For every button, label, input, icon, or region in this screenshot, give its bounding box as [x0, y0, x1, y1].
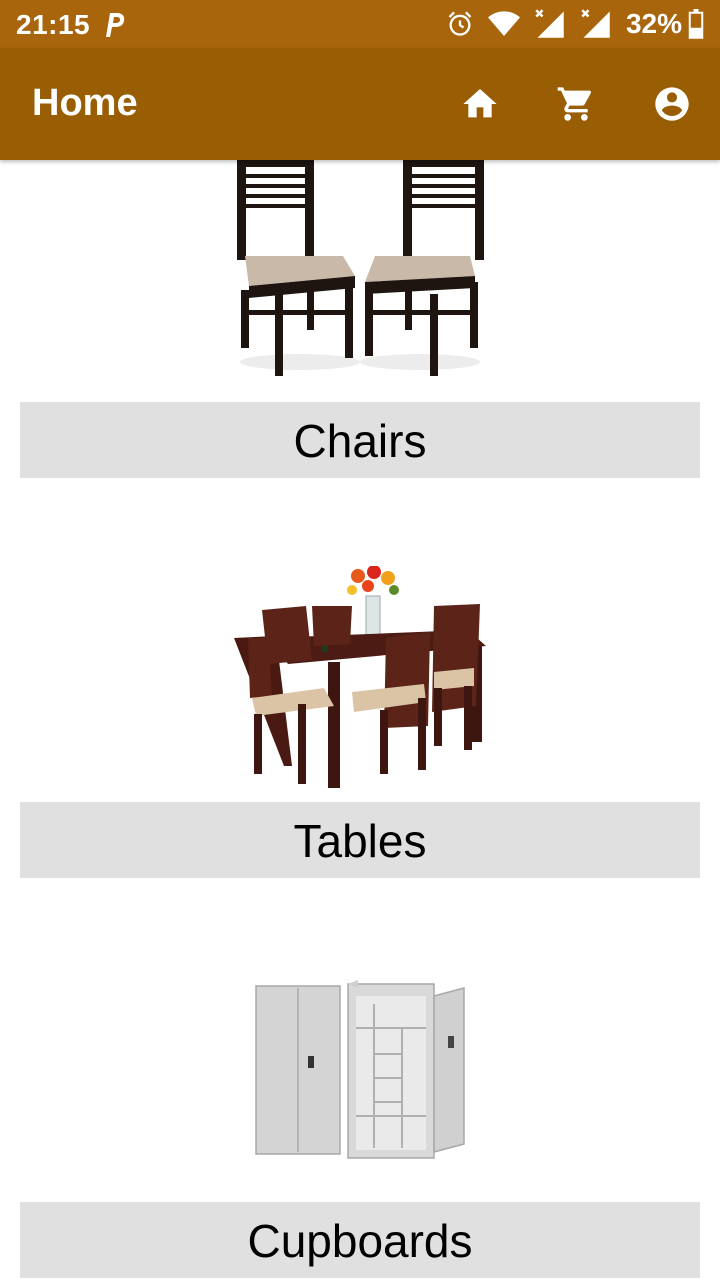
category-list: Chairs Tables Cupboards — [0, 160, 720, 1280]
battery-icon — [688, 9, 704, 39]
chairs-image[interactable] — [225, 160, 495, 382]
category-label[interactable]: Chairs — [20, 402, 700, 478]
cart-icon[interactable] — [556, 84, 596, 124]
category-label[interactable]: Cupboards — [20, 1202, 700, 1278]
alarm-icon — [448, 11, 472, 36]
cupboards-image[interactable] — [254, 980, 468, 1162]
status-icons: 32% — [432, 8, 704, 40]
category-chairs[interactable]: Chairs — [0, 160, 720, 478]
parking-icon — [106, 13, 125, 37]
category-tables[interactable]: Tables — [0, 560, 720, 878]
account-icon[interactable] — [652, 84, 692, 124]
signal-icon — [535, 9, 564, 38]
status-time: 21:15 — [16, 9, 91, 40]
wifi-icon — [487, 11, 520, 37]
battery-percent: 32% — [625, 8, 682, 39]
home-icon[interactable] — [460, 84, 500, 124]
tables-image[interactable] — [228, 566, 490, 796]
app-bar: Home — [0, 48, 720, 160]
status-bar: 21:15 32% — [0, 0, 720, 48]
page-title: Home — [32, 82, 138, 124]
category-label[interactable]: Tables — [20, 802, 700, 878]
category-cupboards[interactable]: Cupboards — [0, 960, 720, 1278]
signal-icon — [581, 9, 610, 38]
